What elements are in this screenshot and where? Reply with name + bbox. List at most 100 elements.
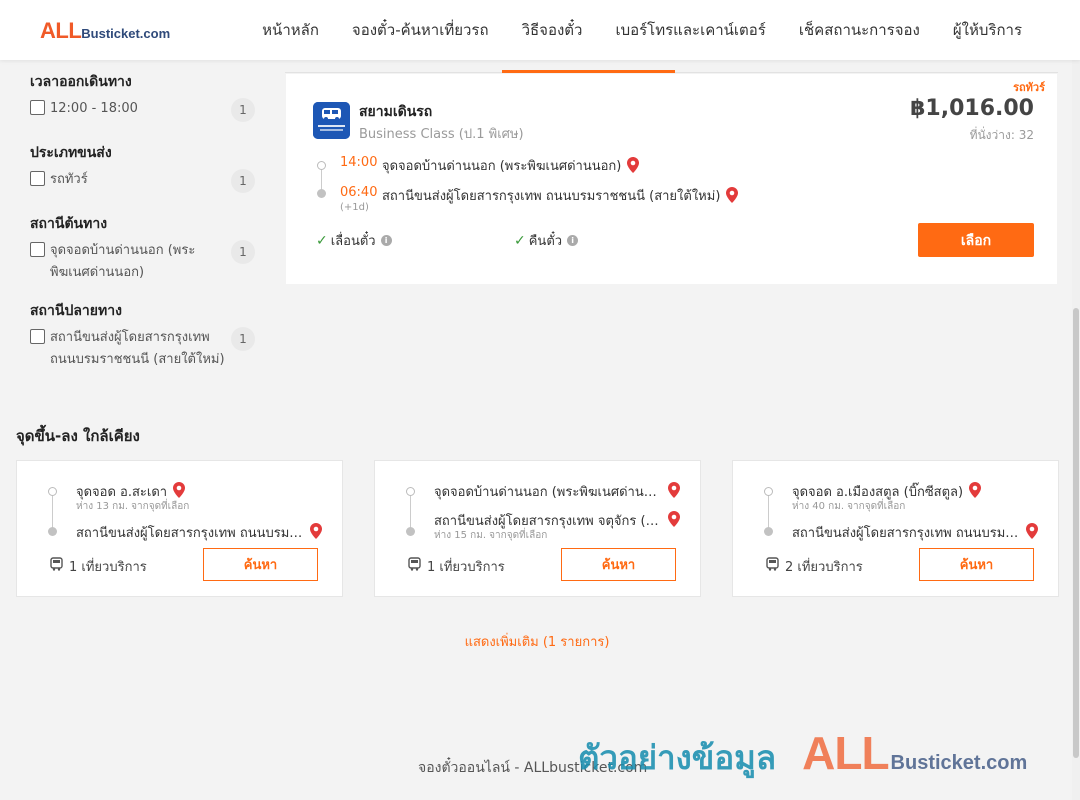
page-scrollbar[interactable] [1072,60,1080,800]
depart-time: 14:00 [340,155,378,170]
bus-icon [50,557,63,576]
filter-option-label: จุดจอดบ้านด่านนอก (พระพิฆเนศด่านนอก) [50,243,196,280]
nearby-search-button[interactable]: ค้นหา [561,548,676,581]
filter-title-transport-type: ประเภทขนส่ง [30,145,112,161]
operator-logo [313,102,350,139]
filter-option-label: รถทัวร์ [50,172,88,187]
main-nav: หน้าหลัก จองตั๋ว-ค้นหาเที่ยวรถ วิธีจองตั… [262,0,1022,60]
filter-title-destination: สถานีปลายทาง [30,303,122,319]
nearby-to-distance: ห่าง 15 กม. จากจุดที่เลือก [434,530,548,541]
service-count-label: 1 เที่ยวบริการ [69,560,147,575]
filter-count-badge: 1 [231,169,255,193]
service-count-label: 1 เที่ยวบริการ [427,560,505,575]
next-day-indicator: (+1d) [340,202,369,213]
map-pin-icon[interactable] [627,157,640,177]
logo-sub-text: Busticket.com [81,26,171,41]
nav-contact-counters[interactable]: เบอร์โทรและเคาน์เตอร์ [615,18,765,42]
filter-checkbox-transport-type[interactable] [30,171,45,186]
nearby-card: จุดจอด อ.สะเดา ห่าง 13 กม. จากจุดที่เลือ… [16,460,343,597]
route-origin-dot [406,487,415,496]
map-pin-icon[interactable] [726,187,739,207]
nearby-to-name: สถานีขนส่งผู้โดยสารกรุงเทพ ถนนบรมราชชนนี [792,526,1020,541]
arrive-stop: สถานีขนส่งผู้โดยสารกรุงเทพ ถนนบรมราชชนนี… [382,185,739,207]
select-trip-button[interactable]: เลือก [918,223,1034,257]
nearby-from-name: จุดจอดบ้านด่านนอก (พระพิฆเนศด่านนอก) [434,485,662,500]
transport-type-tag: รถทัวร์ [1013,81,1045,94]
map-pin-icon[interactable] [310,523,322,543]
route-origin-dot [48,487,57,496]
nearby-section-title: จุดขึ้น-ลง ใกล้เคียง [16,427,140,445]
available-seats: ที่นั่งว่าง: 32 [969,128,1034,142]
trip-result-card: รถทัวร์ สยามเดินรถ Business Class (ป.1 พ… [286,74,1057,284]
map-pin-icon[interactable] [1026,523,1038,543]
nearby-to-name: สถานีขนส่งผู้โดยสารกรุงเทพ ถนนบรมราชชนนี [76,526,304,541]
nearby-to: สถานีขนส่งผู้โดยสารกรุงเทพ ถนนบรมราชชนนี [76,522,326,543]
route-destination-dot [317,189,326,198]
filter-title-departure-time: เวลาออกเดินทาง [30,74,132,90]
nav-how-to-book[interactable]: วิธีจองตั๋ว [522,18,583,42]
nearby-service-count: 2 เที่ยวบริการ [766,556,863,577]
footer-text: จองตั๋วออนไลน์ - ALLbusticket.com [418,760,648,776]
feature-reschedule: ✓ เลื่อนตั๋ว i [316,230,392,251]
service-count-label: 2 เที่ยวบริการ [785,560,863,575]
route-destination-dot [406,527,415,536]
feature-refund: ✓ คืนตั๋ว i [514,230,579,251]
watermark-brand-sub: Busticket.com [890,752,1028,774]
nav-book-ticket[interactable]: จองตั๋ว-ค้นหาเที่ยวรถ [352,18,489,42]
show-more-link[interactable]: แสดงเพิ่มเติม (1 รายการ) [0,631,1074,652]
nav-check-booking[interactable]: เช็คสถานะการจอง [799,18,920,42]
nearby-from-distance: ห่าง 40 กม. จากจุดที่เลือก [792,501,906,512]
nav-operators[interactable]: ผู้ให้บริการ [953,18,1022,42]
ticket-price: ฿1,016.00 [910,96,1034,121]
logo-main-text: ALL [40,18,82,43]
bus-class: Business Class (ป.1 พิเศษ) [359,127,524,142]
nearby-service-count: 1 เที่ยวบริการ [408,556,505,577]
filter-checkbox-departure-time[interactable] [30,100,45,115]
route-timeline-line [410,492,411,530]
check-icon: ✓ [514,232,526,249]
depart-stop-name: จุดจอดบ้านด่านนอก (พระพิฆเนศด่านนอก) [382,159,622,174]
filter-checkbox-destination[interactable] [30,329,45,344]
feature-label: เลื่อนตั๋ว [330,234,376,249]
site-logo[interactable]: ALL Busticket.com [40,18,170,44]
results-tab-active-indicator [502,70,675,73]
route-destination-dot [764,527,773,536]
nav-home[interactable]: หน้าหลัก [262,18,319,42]
watermark-brand-main: ALL [802,727,889,779]
check-icon: ✓ [316,232,328,249]
filter-checkbox-origin[interactable] [30,242,45,257]
filter-count-badge: 1 [231,98,255,122]
filter-option-label: 12:00 - 18:00 [50,101,138,116]
scrollbar-thumb[interactable] [1073,308,1079,758]
route-timeline-line [52,492,53,530]
site-header: ALL Busticket.com หน้าหลัก จองตั๋ว-ค้นหา… [0,0,1080,60]
nearby-card: จุดจอด อ.เมืองสตูล (บิ๊กซีสตูล) ห่าง 40 … [732,460,1059,597]
info-icon[interactable]: i [380,235,392,246]
bus-icon [408,557,421,576]
nearby-to: สถานีขนส่งผู้โดยสารกรุงเทพ ถนนบรมราชชนนี [792,522,1042,543]
nearby-search-button[interactable]: ค้นหา [919,548,1034,581]
nearby-from-distance: ห่าง 13 กม. จากจุดที่เลือก [76,501,190,512]
nearby-service-count: 1 เที่ยวบริการ [50,556,147,577]
filter-option-label: สถานีขนส่งผู้โดยสารกรุงเทพ ถนนบรมราชชนนี… [50,330,225,367]
arrive-time: 06:40 [340,185,378,200]
route-destination-dot [48,527,57,536]
route-origin-dot [317,161,326,170]
arrive-stop-name: สถานีขนส่งผู้โดยสารกรุงเทพ ถนนบรมราชชนนี… [382,189,721,204]
route-timeline-line [768,492,769,530]
nearby-search-button[interactable]: ค้นหา [203,548,318,581]
filter-count-badge: 1 [231,327,255,351]
filter-count-badge: 1 [231,240,255,264]
map-pin-icon[interactable] [969,482,982,502]
info-icon[interactable]: i [567,235,579,246]
depart-stop: จุดจอดบ้านด่านนอก (พระพิฆเนศด่านนอก) [382,155,640,177]
nearby-from: จุดจอดบ้านด่านนอก (พระพิฆเนศด่านนอก) [434,481,684,502]
route-origin-dot [764,487,773,496]
operator-name: สยามเดินรถ [359,104,433,120]
filter-title-origin: สถานีต้นทาง [30,216,108,232]
nearby-card: จุดจอดบ้านด่านนอก (พระพิฆเนศด่านนอก) สถา… [374,460,701,597]
map-pin-icon[interactable] [668,482,680,502]
map-pin-icon[interactable] [668,511,680,531]
bus-icon [766,557,779,576]
feature-label: คืนตั๋ว [528,234,563,249]
